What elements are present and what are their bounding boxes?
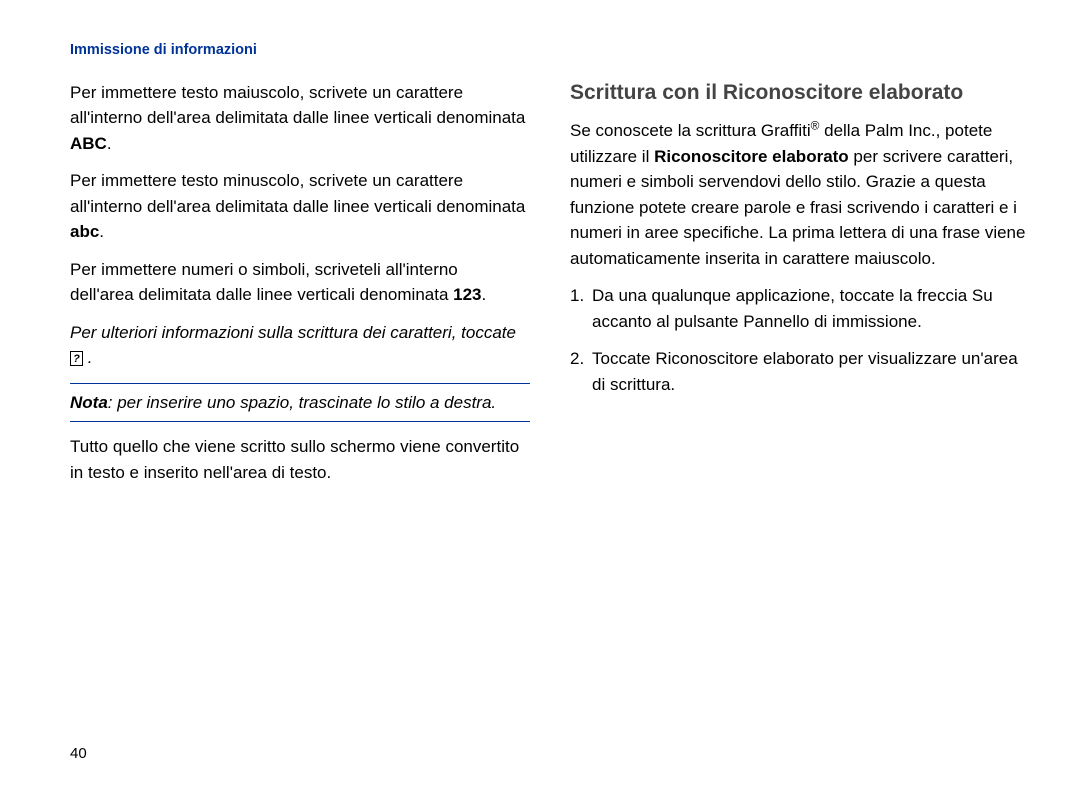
note-label: Nota bbox=[70, 393, 108, 412]
heading-recognizer: Scrittura con il Riconoscitore elaborato bbox=[570, 80, 1030, 106]
paragraph-conversion: Tutto quello che viene scritto sullo sch… bbox=[70, 434, 530, 485]
note-block: Nota: per inserire uno spazio, trascinat… bbox=[70, 383, 530, 423]
paragraph-lowercase: Per immettere testo minuscolo, scrivete … bbox=[70, 168, 530, 245]
help-icon: ? bbox=[70, 351, 83, 366]
note-text: : per inserire uno spazio, trascinate lo… bbox=[108, 393, 496, 412]
term-recognizer: Riconoscitore elaborato bbox=[655, 349, 834, 368]
list-number: 2. bbox=[570, 346, 592, 397]
text: Per immettere testo maiuscolo, scrivete … bbox=[70, 83, 525, 128]
list-item: 1. Da una qualunque applicazione, toccat… bbox=[570, 283, 1030, 334]
page-number: 40 bbox=[70, 743, 87, 766]
text: Per ulteriori informazioni sulla scrittu… bbox=[70, 323, 516, 342]
right-column: Scrittura con il Riconoscitore elaborato… bbox=[570, 80, 1030, 498]
list-item: 2. Toccate Riconoscitore elaborato per v… bbox=[570, 346, 1030, 397]
two-column-layout: Per immettere testo maiuscolo, scrivete … bbox=[70, 80, 1030, 498]
list-text: Toccate Riconoscitore elaborato per visu… bbox=[592, 346, 1030, 397]
text: Se conoscete la scrittura Graffiti bbox=[570, 121, 811, 140]
text: . bbox=[107, 134, 112, 153]
text: . bbox=[88, 348, 93, 367]
text: . bbox=[482, 285, 487, 304]
term-recognizer: Riconoscitore elaborato bbox=[654, 147, 849, 166]
steps-list: 1. Da una qualunque applicazione, toccat… bbox=[570, 283, 1030, 397]
paragraph-numbers: Per immettere numeri o simboli, scrivete… bbox=[70, 257, 530, 308]
text: Per immettere numeri o simboli, scrivete… bbox=[70, 260, 458, 305]
text: Toccate bbox=[592, 349, 655, 368]
paragraph-more-info: Per ulteriori informazioni sulla scrittu… bbox=[70, 320, 530, 371]
label-123: 123 bbox=[453, 285, 481, 304]
list-text: Da una qualunque applicazione, toccate l… bbox=[592, 283, 1030, 334]
left-column: Per immettere testo maiuscolo, scrivete … bbox=[70, 80, 530, 498]
section-header: Immissione di informazioni bbox=[70, 40, 1030, 62]
text: . bbox=[99, 222, 104, 241]
paragraph-intro: Se conoscete la scrittura Graffiti® dell… bbox=[570, 118, 1030, 271]
paragraph-uppercase: Per immettere testo maiuscolo, scrivete … bbox=[70, 80, 530, 157]
text: Per immettere testo minuscolo, scrivete … bbox=[70, 171, 525, 216]
label-abc-lower: abc bbox=[70, 222, 99, 241]
label-abc-upper: ABC bbox=[70, 134, 107, 153]
list-number: 1. bbox=[570, 283, 592, 334]
